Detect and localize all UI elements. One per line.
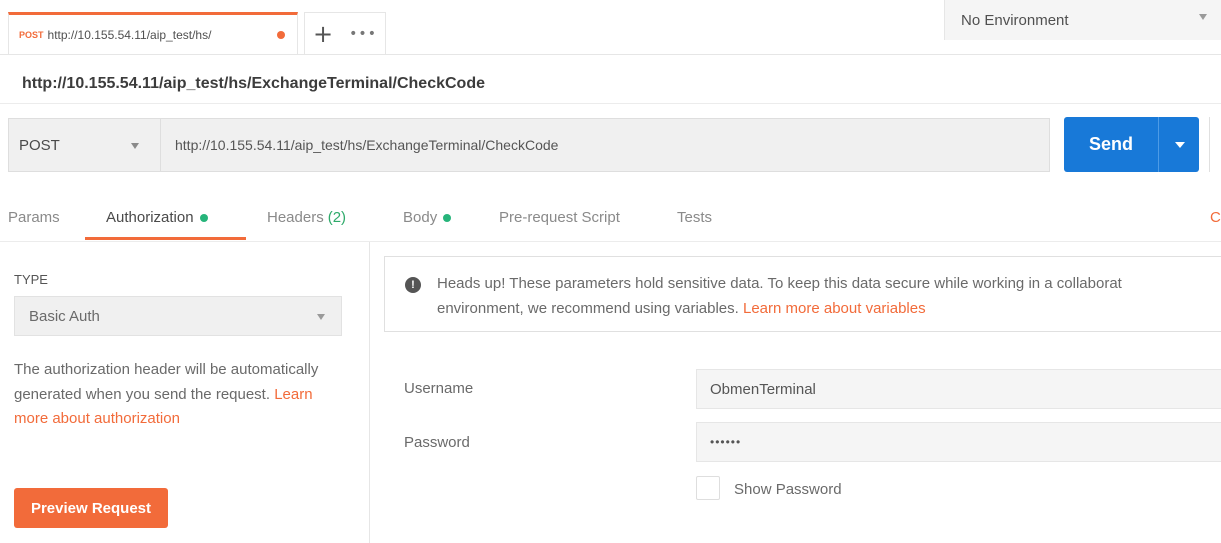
auth-type-select[interactable]: Basic Auth: [14, 296, 342, 336]
password-field[interactable]: [696, 422, 1221, 462]
tab-body[interactable]: Body: [403, 209, 452, 226]
send-options-button[interactable]: [1158, 117, 1199, 172]
learn-more-variables-link[interactable]: Learn more about variables: [743, 300, 926, 317]
notice-text: Heads up! These parameters hold sensitiv…: [437, 271, 1221, 321]
chevron-down-icon: [1199, 14, 1207, 20]
tab-body-label: Body: [403, 209, 438, 226]
tab-tests[interactable]: Tests: [677, 209, 712, 226]
preview-request-button[interactable]: Preview Request: [14, 488, 168, 528]
method-label: POST: [19, 136, 60, 154]
environment-label: No Environment: [961, 11, 1069, 29]
send-button[interactable]: Send: [1064, 117, 1158, 172]
unsaved-dot-icon: [276, 30, 285, 39]
notice-line-2: environment, we recommend using variable…: [437, 296, 1221, 321]
chevron-down-icon: [131, 143, 139, 149]
request-tab[interactable]: POST http://10.155.54.11/aip_test/hs/: [8, 12, 298, 54]
tab-headers[interactable]: Headers (2): [267, 209, 346, 226]
tab-prerequest-script[interactable]: Pre-request Script: [499, 209, 620, 226]
username-label: Username: [404, 380, 474, 397]
tab-method-label: POST: [19, 29, 44, 40]
status-dot-icon: [443, 213, 452, 222]
active-tab-indicator: [85, 237, 246, 240]
tab-actions: + •••: [304, 12, 386, 54]
auth-description-text: The authorization header will be automat…: [14, 361, 319, 403]
request-subtabs: Params Authorization Headers (2) Body Pr…: [0, 192, 1221, 242]
request-title-bar: http://10.155.54.11/aip_test/hs/Exchange…: [0, 54, 1221, 104]
tab-strip: POST http://10.155.54.11/aip_test/hs/ + …: [0, 0, 1221, 54]
show-password-checkbox[interactable]: [696, 476, 720, 500]
notice-line-1: Heads up! These parameters hold sensitiv…: [437, 275, 1122, 292]
more-icon[interactable]: •••: [349, 26, 377, 42]
type-label: TYPE: [14, 272, 48, 287]
url-input[interactable]: [160, 118, 1050, 172]
cookies-link[interactable]: C: [1210, 209, 1221, 226]
tab-authorization[interactable]: Authorization: [106, 209, 208, 226]
environment-select[interactable]: No Environment: [944, 0, 1221, 40]
tab-headers-label: Headers: [267, 209, 324, 226]
tab-authorization-label: Authorization: [106, 209, 194, 226]
request-title[interactable]: http://10.155.54.11/aip_test/hs/Exchange…: [22, 75, 485, 93]
show-password-label[interactable]: Show Password: [734, 481, 842, 498]
tab-title: http://10.155.54.11/aip_test/hs/: [47, 27, 212, 42]
method-select[interactable]: POST: [8, 118, 160, 172]
password-label: Password: [404, 434, 470, 451]
headers-count: (2): [327, 209, 347, 226]
sensitive-data-notice: ! Heads up! These parameters hold sensit…: [384, 256, 1221, 332]
info-icon: !: [405, 277, 421, 293]
status-dot-icon: [199, 213, 208, 222]
chevron-down-icon: [317, 314, 325, 320]
chevron-down-icon: [1175, 142, 1185, 148]
username-field[interactable]: [696, 369, 1221, 409]
tab-params[interactable]: Params: [8, 209, 60, 226]
plus-icon[interactable]: +: [313, 22, 333, 46]
auth-type-value: Basic Auth: [29, 307, 100, 325]
auth-type-panel: TYPE Basic Auth The authorization header…: [0, 242, 370, 543]
save-button-edge[interactable]: [1209, 117, 1221, 172]
auth-description: The authorization header will be automat…: [14, 358, 344, 432]
notice-line-2-text: environment, we recommend using variable…: [437, 300, 739, 317]
